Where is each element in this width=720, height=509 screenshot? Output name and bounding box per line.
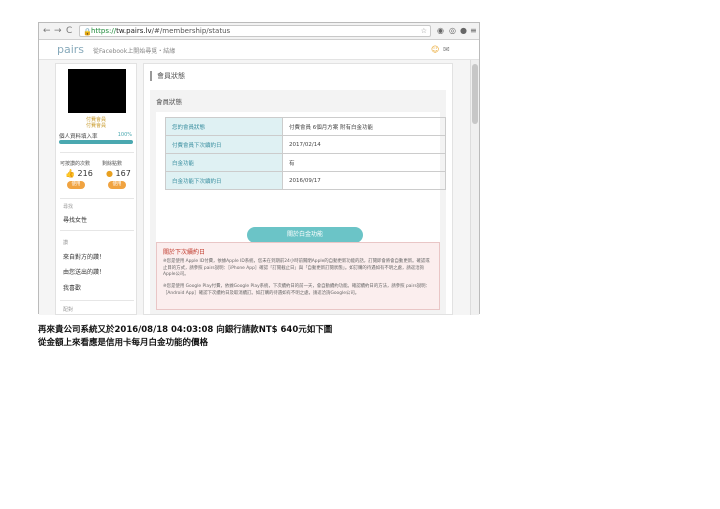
section-search: 尋找	[63, 204, 74, 210]
sidebar-item-i-liked[interactable]: 由您送出的讚！	[63, 267, 105, 276]
membership-panel: 會員狀態 會員狀態 您的會員狀態 付費會員 6個月方案 附有白金功能 付費會員下…	[143, 63, 453, 315]
url-path: /#/membership/status	[151, 27, 231, 35]
browser-toolbar: ← → C 🔒 https://tw.pairs.lv/#/membership…	[39, 23, 479, 40]
row-value: 付費會員 6個月方案 附有白金功能	[282, 117, 446, 136]
scrollbar[interactable]	[470, 60, 479, 315]
profile-rate-bar	[59, 140, 133, 144]
forward-button[interactable]: →	[54, 25, 62, 37]
divider	[60, 198, 134, 199]
divider	[60, 300, 134, 301]
sidebar-item-favorites[interactable]: 我喜歡	[63, 283, 81, 292]
card-header: 會員狀態	[156, 98, 182, 106]
url-scheme: https://	[91, 27, 117, 35]
notice-title: 關於下次續約日	[163, 249, 206, 256]
row-key: 白金功能下次續約日	[165, 171, 283, 190]
site-header: pairs 從Facebook上開始尋覓・結緣 ☺ ✉	[39, 40, 479, 60]
scrollbar-thumb[interactable]	[472, 64, 478, 124]
row-key: 您的會員狀態	[165, 117, 283, 136]
url-host: tw.pairs.lv	[116, 27, 152, 35]
renewal-notice: 關於下次續約日 ※您是使用 Apple ID付費，依據Apple ID系統，您未…	[156, 242, 440, 310]
extension-icon[interactable]: ◉	[437, 26, 444, 36]
menu-icon[interactable]: ≡	[470, 26, 477, 36]
thumbs-up-icon: 👍	[65, 169, 75, 178]
status-card: 會員狀態 您的會員狀態 付費會員 6個月方案 附有白金功能 付費會員下次續約日 …	[150, 90, 446, 314]
extension-icon-2[interactable]: ◎	[449, 26, 456, 36]
table-row: 付費會員下次續約日 2017/02/14	[165, 135, 446, 154]
notice-google: ※您是使用 Google Play付費，依據Google Play系統，下次續約…	[163, 284, 430, 296]
row-key: 白金功能	[165, 153, 283, 172]
notice-apple: ※您是使用 Apple ID付費，依據Apple ID系統，您未在到期前24小時…	[163, 259, 430, 278]
row-value: 2016/09/17	[282, 171, 446, 190]
table-row: 您的會員狀態 付費會員 6個月方案 附有白金功能	[165, 117, 446, 136]
member-subtype: 付費會員	[85, 123, 106, 129]
page-title: 會員狀態	[150, 71, 185, 81]
page-content: 付費會員 付費會員 個人資料填入率 100% 可按讚的次數 剩餘點數 👍 216…	[39, 60, 471, 315]
points-label: 剩餘點數	[102, 161, 123, 167]
site-logo[interactable]: pairs	[57, 43, 84, 56]
browser-window: ← → C 🔒 https://tw.pairs.lv/#/membership…	[38, 22, 480, 315]
extension-icon-3[interactable]: ●	[460, 26, 467, 36]
divider	[60, 152, 134, 153]
avatar[interactable]	[68, 69, 126, 113]
caption-line-1: 再來貴公司系統又於2016/08/18 04:03:08 向銀行請款NT$ 64…	[38, 325, 333, 335]
caption-line-2: 從金額上來看應是信用卡每月白金功能的價格	[38, 338, 209, 348]
sidebar-item-liked-me[interactable]: 來自對方的讚！	[63, 252, 105, 261]
lock-icon: 🔒	[83, 28, 92, 36]
coin-icon: ●	[106, 169, 113, 178]
use-likes-button[interactable]: 使用	[67, 181, 85, 189]
profile-rate-value: 100%	[117, 132, 132, 138]
points-count: ● 167	[106, 169, 131, 178]
row-value: 有	[282, 153, 446, 172]
platinum-info-button[interactable]: 關於白金功能	[247, 227, 363, 243]
reload-button[interactable]: C	[66, 25, 72, 37]
back-button[interactable]: ←	[43, 25, 51, 37]
row-key: 付費會員下次續約日	[165, 135, 283, 154]
site-tagline: 從Facebook上開始尋覓・結緣	[93, 48, 176, 55]
profile-sidebar: 付費會員 付費會員 個人資料填入率 100% 可按讚的次數 剩餘點數 👍 216…	[55, 63, 137, 315]
use-points-button[interactable]: 使用	[108, 181, 126, 189]
table-row: 白金功能下次續約日 2016/09/17	[165, 171, 446, 190]
likes-value: 216	[77, 169, 93, 178]
status-table: 您的會員狀態 付費會員 6個月方案 附有白金功能 付費會員下次續約日 2017/…	[165, 117, 446, 190]
points-value: 167	[115, 169, 131, 178]
sidebar-item-search-women[interactable]: 尋找女性	[63, 215, 87, 224]
bookmark-star-icon[interactable]: ☆	[421, 26, 427, 36]
likes-count: 👍 216	[65, 169, 93, 178]
address-bar[interactable]: 🔒 https://tw.pairs.lv/#/membership/statu…	[79, 25, 431, 37]
footprint-icon[interactable]: ☺	[431, 45, 439, 54]
status-card-body: 您的會員狀態 付費會員 6個月方案 附有白金功能 付費會員下次續約日 2017/…	[156, 112, 446, 243]
profile-rate-label: 個人資料填入率	[59, 134, 98, 140]
likes-label: 可按讚的次數	[60, 161, 91, 167]
section-likes: 讚	[63, 240, 69, 246]
message-icon[interactable]: ✉	[443, 45, 450, 54]
divider	[60, 230, 134, 231]
table-row: 白金功能 有	[165, 153, 446, 172]
row-value: 2017/02/14	[282, 135, 446, 154]
section-matches: 配對	[63, 307, 74, 313]
